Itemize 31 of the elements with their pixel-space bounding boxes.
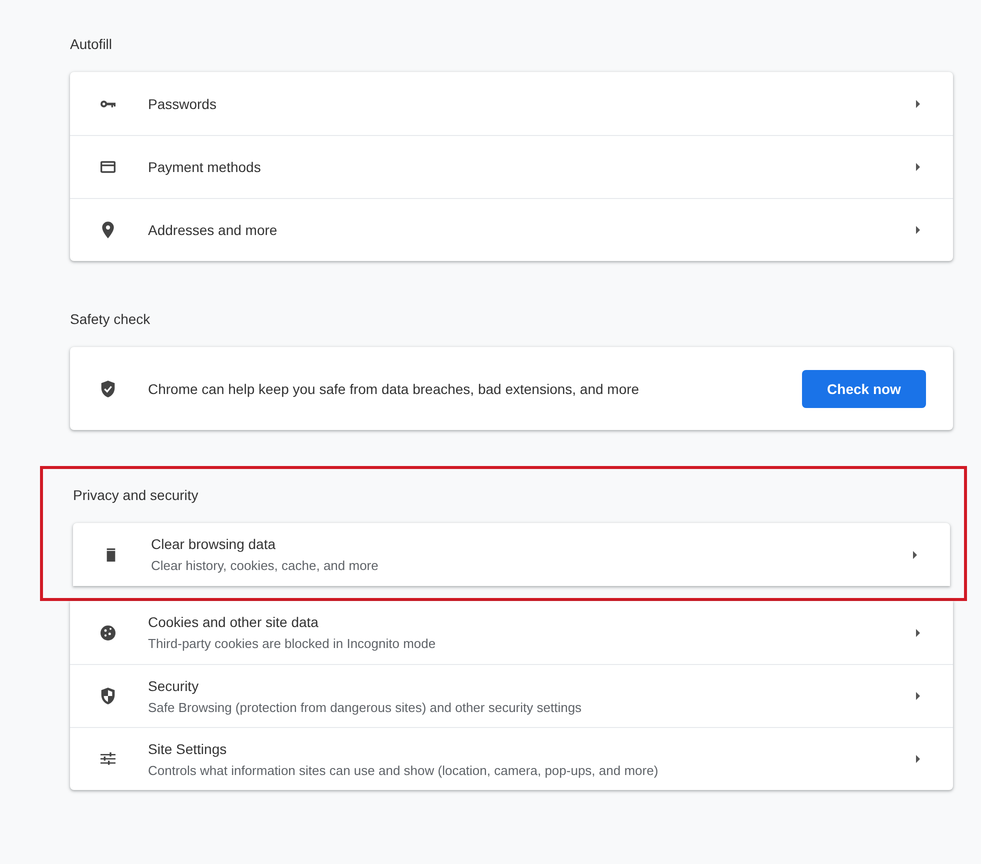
settings-row[interactable]: Addresses and more <box>70 198 953 261</box>
chevron-icon <box>915 226 921 234</box>
chevron-icon <box>915 692 921 700</box>
cookie-icon <box>98 622 118 642</box>
settings-row[interactable]: Site Settings Controls what information sites can use and show (location, camera, pop-ups, and more) <box>70 727 953 790</box>
chevron-icon <box>915 628 921 636</box>
row-title: Payment methods <box>148 159 261 175</box>
row-title: Passwords <box>148 96 216 112</box>
row-description: Controls what information sites can use and show (location, camera, pop-ups, and more) <box>148 762 658 778</box>
section-heading: Privacy and security <box>73 486 200 505</box>
settings-row[interactable]: Passwords <box>70 72 953 135</box>
settings-row[interactable]: Clear browsing data Clear history, cookies, cache, and more <box>73 523 950 586</box>
check-now-button[interactable]: Check now <box>802 370 926 408</box>
chevron-icon <box>915 100 921 108</box>
row-title: Site Settings <box>148 740 227 756</box>
row-description: Third-party cookies are blocked in Incognito mode <box>148 636 436 651</box>
row-title: Addresses and more <box>148 222 278 238</box>
chevron-icon <box>912 550 918 558</box>
safety-check-message: Chrome can help keep you safe from data breaches, bad extensions, and more <box>148 380 640 396</box>
section-heading: Safety check <box>70 310 152 329</box>
section-heading: Autofill <box>70 35 114 54</box>
chevron-icon <box>915 755 921 763</box>
row-title: Clear browsing data <box>151 536 276 552</box>
row-title: Cookies and other site data <box>148 614 318 630</box>
chevron-icon <box>915 163 921 171</box>
settings-row[interactable]: Cookies and other site data Third-party cookies are blocked in Incognito mode <box>70 601 953 664</box>
settings-row[interactable]: Security Safe Browsing (protection from dangerous sites) and other security settings <box>70 664 953 727</box>
row-description: Clear history, cookies, cache, and more <box>151 558 378 573</box>
settings-row[interactable]: Payment methods <box>70 135 953 198</box>
row-description: Safe Browsing (protection from dangerous sites) and other security settings <box>148 700 582 714</box>
row-title: Security <box>148 678 199 694</box>
